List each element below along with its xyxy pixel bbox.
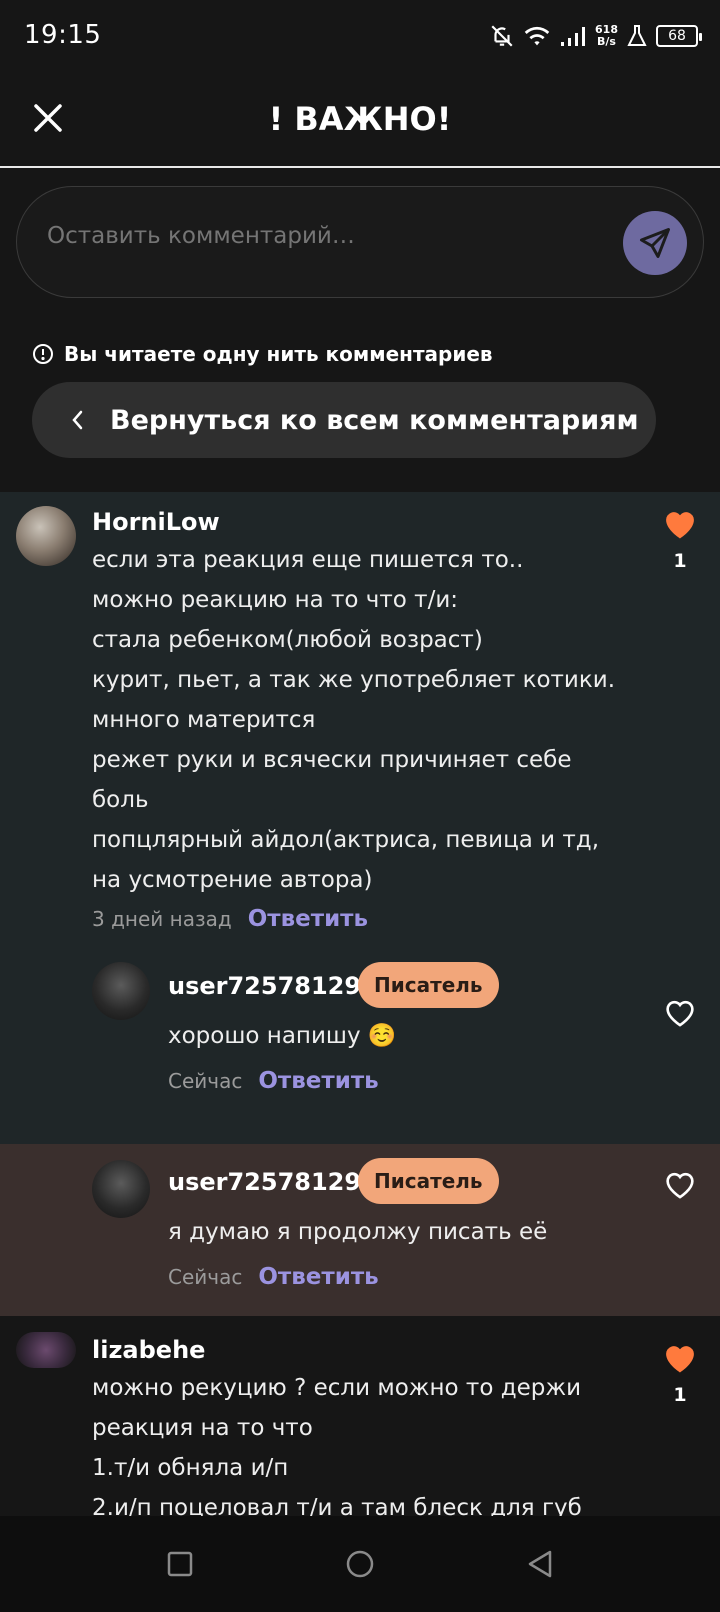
comment-author[interactable]: user72578129	[168, 972, 361, 1000]
status-icons: 618 B/s 68	[489, 20, 702, 52]
like-count: 1	[673, 1384, 687, 1406]
avatar[interactable]	[16, 1332, 76, 1368]
comment-time: 3 дней назад	[92, 907, 232, 931]
comment-time: Сейчас	[168, 1265, 243, 1289]
comment-author[interactable]: lizabehe	[92, 1336, 205, 1364]
signal-icon	[561, 27, 586, 46]
comment-text: можно рекуцию ? если можно то держи реак…	[92, 1368, 652, 1516]
wifi-icon	[524, 26, 550, 46]
page-title: ! ВАЖНО!	[268, 100, 452, 138]
comment-item: lizabehe можно рекуцию ? если можно то д…	[0, 1316, 720, 1516]
heart-outline-icon[interactable]	[662, 996, 698, 1028]
avatar[interactable]	[92, 962, 150, 1020]
back-button-label: Вернуться ко всем комментариям	[110, 404, 639, 436]
comment-meta: Сейчас Ответить	[168, 1068, 379, 1094]
comment-line: 1.т/и обняла и/п	[92, 1455, 289, 1481]
send-button[interactable]	[623, 211, 687, 275]
like-control	[660, 1168, 700, 1204]
comment-composer	[16, 186, 704, 298]
system-nav-bar	[0, 1516, 720, 1612]
writer-badge: Писатель	[358, 962, 499, 1008]
reply-button[interactable]: Ответить	[258, 1264, 378, 1290]
comment-line: попцлярный айдол(актриса, певица и тд,	[92, 827, 599, 853]
net-speed-unit: B/s	[597, 35, 616, 48]
comment-author[interactable]: user72578129	[168, 1168, 361, 1196]
status-bar: 19:15 618 B/s 68	[0, 0, 720, 76]
comment-line: 2.и/п поцеловал т/и а там блеск для губ	[92, 1495, 582, 1516]
info-icon	[33, 344, 53, 364]
avatar[interactable]	[92, 1160, 150, 1218]
heart-outline-icon[interactable]	[662, 1168, 698, 1200]
comment-line: реакция на то что	[92, 1415, 313, 1441]
comment-line: режет руки и всячески причиняет себе	[92, 747, 572, 773]
reply-button[interactable]: Ответить	[248, 906, 368, 932]
comment-meta: Сейчас Ответить	[168, 1264, 379, 1290]
comment-author[interactable]: HorniLow	[92, 508, 220, 536]
send-icon	[640, 228, 670, 258]
status-time: 19:15	[24, 20, 102, 50]
like-control: 1	[660, 1340, 700, 1406]
back-to-all-comments-button[interactable]: Вернуться ко всем комментариям	[32, 382, 656, 458]
heart-filled-icon[interactable]	[661, 1340, 699, 1374]
battery-indicator: 68	[656, 25, 702, 47]
comment-text: хорошо напишу ☺️	[168, 1023, 397, 1049]
comment-text: если эта реакция еще пишется то.. можно …	[92, 540, 652, 900]
comment-item: HorniLow если эта реакция еще пишется то…	[0, 492, 720, 1144]
top-header: ! ВАЖНО!	[0, 76, 720, 168]
comment-input[interactable]	[47, 223, 607, 249]
comment-line: боль	[92, 787, 149, 813]
comment-line: курит, пьет, а так же употребляет котики…	[92, 667, 616, 693]
comment-text: я думаю я продолжу писать её	[168, 1219, 548, 1245]
comment-meta: 3 дней назад Ответить	[92, 906, 368, 932]
writer-badge: Писатель	[358, 1158, 499, 1204]
net-speed: 618 B/s	[595, 24, 618, 48]
reply-button[interactable]: Ответить	[258, 1068, 378, 1094]
comment-line: если эта реакция еще пишется то..	[92, 547, 524, 573]
heart-filled-icon[interactable]	[661, 506, 699, 540]
comment-line: можно реакцию на то что т/и:	[92, 587, 459, 613]
back-icon[interactable]	[524, 1548, 556, 1580]
chevron-left-icon	[72, 410, 83, 430]
comment-line: на усмотрение автора)	[92, 867, 373, 893]
comment-time: Сейчас	[168, 1069, 243, 1093]
like-control	[660, 996, 700, 1032]
battery-level: 68	[668, 28, 686, 44]
comment-item-highlighted: user72578129 Писатель я думаю я продолжу…	[0, 1144, 720, 1316]
like-count: 1	[673, 550, 687, 572]
like-control: 1	[660, 506, 700, 572]
recent-apps-icon[interactable]	[164, 1548, 196, 1580]
flask-icon	[627, 25, 647, 46]
comment-line: мнного матерится	[92, 707, 316, 733]
comment-line: можно рекуцию ? если можно то держи	[92, 1375, 582, 1401]
bell-off-icon	[491, 25, 513, 47]
avatar[interactable]	[16, 506, 76, 566]
comment-line: стала ребенком(любой возраст)	[92, 627, 483, 653]
thread-notice-text: Вы читаете одну нить комментариев	[64, 342, 493, 366]
home-icon[interactable]	[344, 1548, 376, 1580]
thread-notice: Вы читаете одну нить комментариев	[32, 342, 493, 366]
